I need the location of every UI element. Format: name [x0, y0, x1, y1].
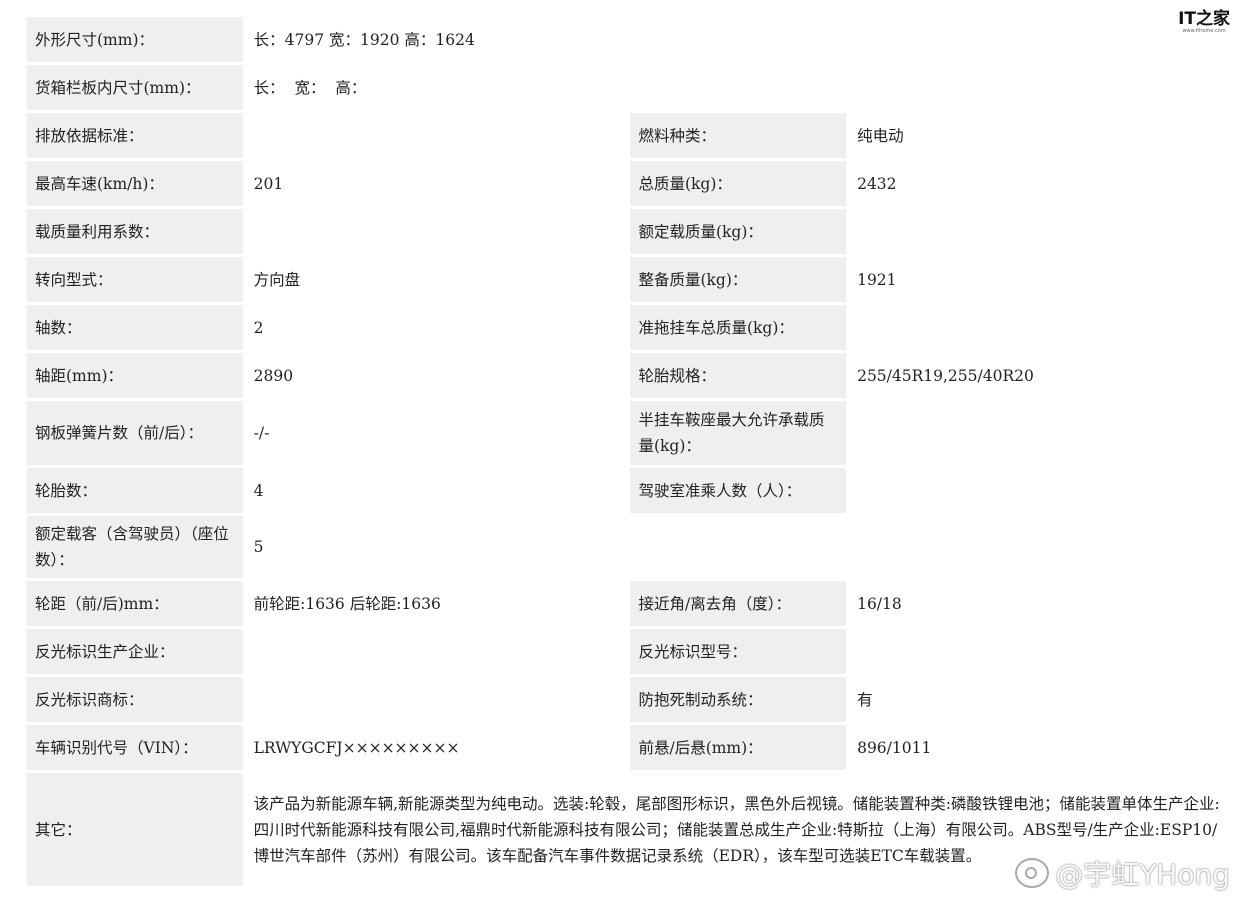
spec-value: 长： 宽： 高：	[245, 65, 1231, 110]
spec-label: 轮胎规格：	[630, 353, 847, 398]
spec-label: 反光标识商标：	[27, 677, 243, 722]
spec-label: 转向型式：	[27, 257, 243, 302]
spec-label: 外形尺寸(mm)：	[27, 17, 243, 62]
table-row: 载质量利用系数： 额定载质量(kg)：	[27, 209, 1231, 254]
table-row: 货箱栏板内尺寸(mm)： 长： 宽： 高：	[27, 65, 1231, 110]
table-row: 轴数： 2 准拖挂车总质量(kg)：	[27, 305, 1231, 350]
vehicle-spec-table: 外形尺寸(mm)： 长：4797 宽：1920 高：1624 货箱栏板内尺寸(m…	[24, 14, 1234, 889]
table-row: 转向型式： 方向盘 整备质量(kg)： 1921	[27, 257, 1231, 302]
spec-label: 防抱死制动系统：	[630, 677, 847, 722]
table-row: 反光标识商标： 防抱死制动系统： 有	[27, 677, 1231, 722]
spec-label: 反光标识型号：	[630, 629, 847, 674]
spec-value: 2890	[245, 353, 628, 398]
spec-label: 其它：	[27, 773, 243, 886]
table-row: 反光标识生产企业： 反光标识型号：	[27, 629, 1231, 674]
spec-value: 1921	[849, 257, 1231, 302]
spec-label: 驾驶室准乘人数（人）：	[630, 468, 847, 513]
spec-value	[245, 629, 628, 674]
spec-label: 反光标识生产企业：	[27, 629, 243, 674]
weibo-icon	[1015, 858, 1050, 888]
table-row: 轮胎数： 4 驾驶室准乘人数（人）：	[27, 468, 1231, 513]
table-row: 轴距(mm)： 2890 轮胎规格： 255/45R19,255/40R20	[27, 353, 1231, 398]
spec-value: 896/1011	[849, 725, 1231, 770]
spec-label: 轴数：	[27, 305, 243, 350]
spec-value	[245, 209, 628, 254]
spec-label: 轴距(mm)：	[27, 353, 243, 398]
spec-label: 整备质量(kg)：	[630, 257, 847, 302]
table-row: 车辆识别代号（VIN）： LRWYGCFJ××××××××× 前悬/后悬(mm)…	[27, 725, 1231, 770]
spec-value	[245, 677, 628, 722]
spec-value: 有	[849, 677, 1231, 722]
spec-value: 2432	[849, 161, 1231, 206]
table-row: 外形尺寸(mm)： 长：4797 宽：1920 高：1624	[27, 17, 1231, 62]
spec-label: 排放依据标准：	[27, 113, 243, 158]
spec-label: 轮胎数：	[27, 468, 243, 513]
spec-label: 轮距（前/后)mm：	[27, 581, 243, 626]
spec-value	[849, 209, 1231, 254]
spec-label: 准拖挂车总质量(kg)：	[630, 305, 847, 350]
spec-label: 货箱栏板内尺寸(mm)：	[27, 65, 243, 110]
table-row: 钢板弹簧片数（前/后）： -/- 半挂车鞍座最大允许承载质量(kg)：	[27, 401, 1231, 465]
spec-value: 2	[245, 305, 628, 350]
spec-label: 前悬/后悬(mm)：	[630, 725, 847, 770]
spec-sheet: 外形尺寸(mm)： 长：4797 宽：1920 高：1624 货箱栏板内尺寸(m…	[24, 14, 1234, 889]
spec-label: 半挂车鞍座最大允许承载质量(kg)：	[630, 401, 847, 465]
spec-value: 前轮距:1636 后轮距:1636	[245, 581, 628, 626]
spec-value	[849, 468, 1231, 513]
table-row: 最高车速(km/h)： 201 总质量(kg)： 2432	[27, 161, 1231, 206]
spec-label: 载质量利用系数：	[27, 209, 243, 254]
spec-value: 201	[245, 161, 628, 206]
spec-label: 额定载质量(kg)：	[630, 209, 847, 254]
logo-mark: IT之家	[1178, 9, 1230, 29]
spec-label: 车辆识别代号（VIN）：	[27, 725, 243, 770]
table-row: 排放依据标准： 燃料种类： 纯电动	[27, 113, 1231, 158]
spec-value: 5	[245, 516, 1231, 578]
logo-url: www.ithome.com	[1182, 28, 1226, 34]
spec-value	[849, 305, 1231, 350]
spec-label: 最高车速(km/h)：	[27, 161, 243, 206]
spec-label: 总质量(kg)：	[630, 161, 847, 206]
spec-value: 纯电动	[849, 113, 1231, 158]
spec-value: 16/18	[849, 581, 1231, 626]
spec-value: 255/45R19,255/40R20	[849, 353, 1231, 398]
spec-value: -/-	[245, 401, 628, 465]
spec-value	[849, 401, 1231, 465]
spec-label: 钢板弹簧片数（前/后）：	[27, 401, 243, 465]
table-row: 轮距（前/后)mm： 前轮距:1636 后轮距:1636 接近角/离去角（度）：…	[27, 581, 1231, 626]
spec-value: 4	[245, 468, 628, 513]
spec-value: 长：4797 宽：1920 高：1624	[245, 17, 1231, 62]
watermark-text: @宇虹YHong	[1055, 858, 1230, 891]
table-row: 额定载客（含驾驶员）（座位数）： 5	[27, 516, 1231, 578]
spec-value	[849, 629, 1231, 674]
spec-value: LRWYGCFJ×××××××××	[245, 725, 628, 770]
spec-value: 方向盘	[245, 257, 628, 302]
spec-label: 接近角/离去角（度）：	[630, 581, 847, 626]
weibo-watermark: @宇虹YHong	[1015, 853, 1230, 893]
spec-label: 燃料种类：	[630, 113, 847, 158]
spec-value	[245, 113, 628, 158]
ithome-logo: IT之家 www.ithome.com	[1178, 10, 1230, 34]
spec-label: 额定载客（含驾驶员）（座位数）：	[27, 516, 243, 578]
